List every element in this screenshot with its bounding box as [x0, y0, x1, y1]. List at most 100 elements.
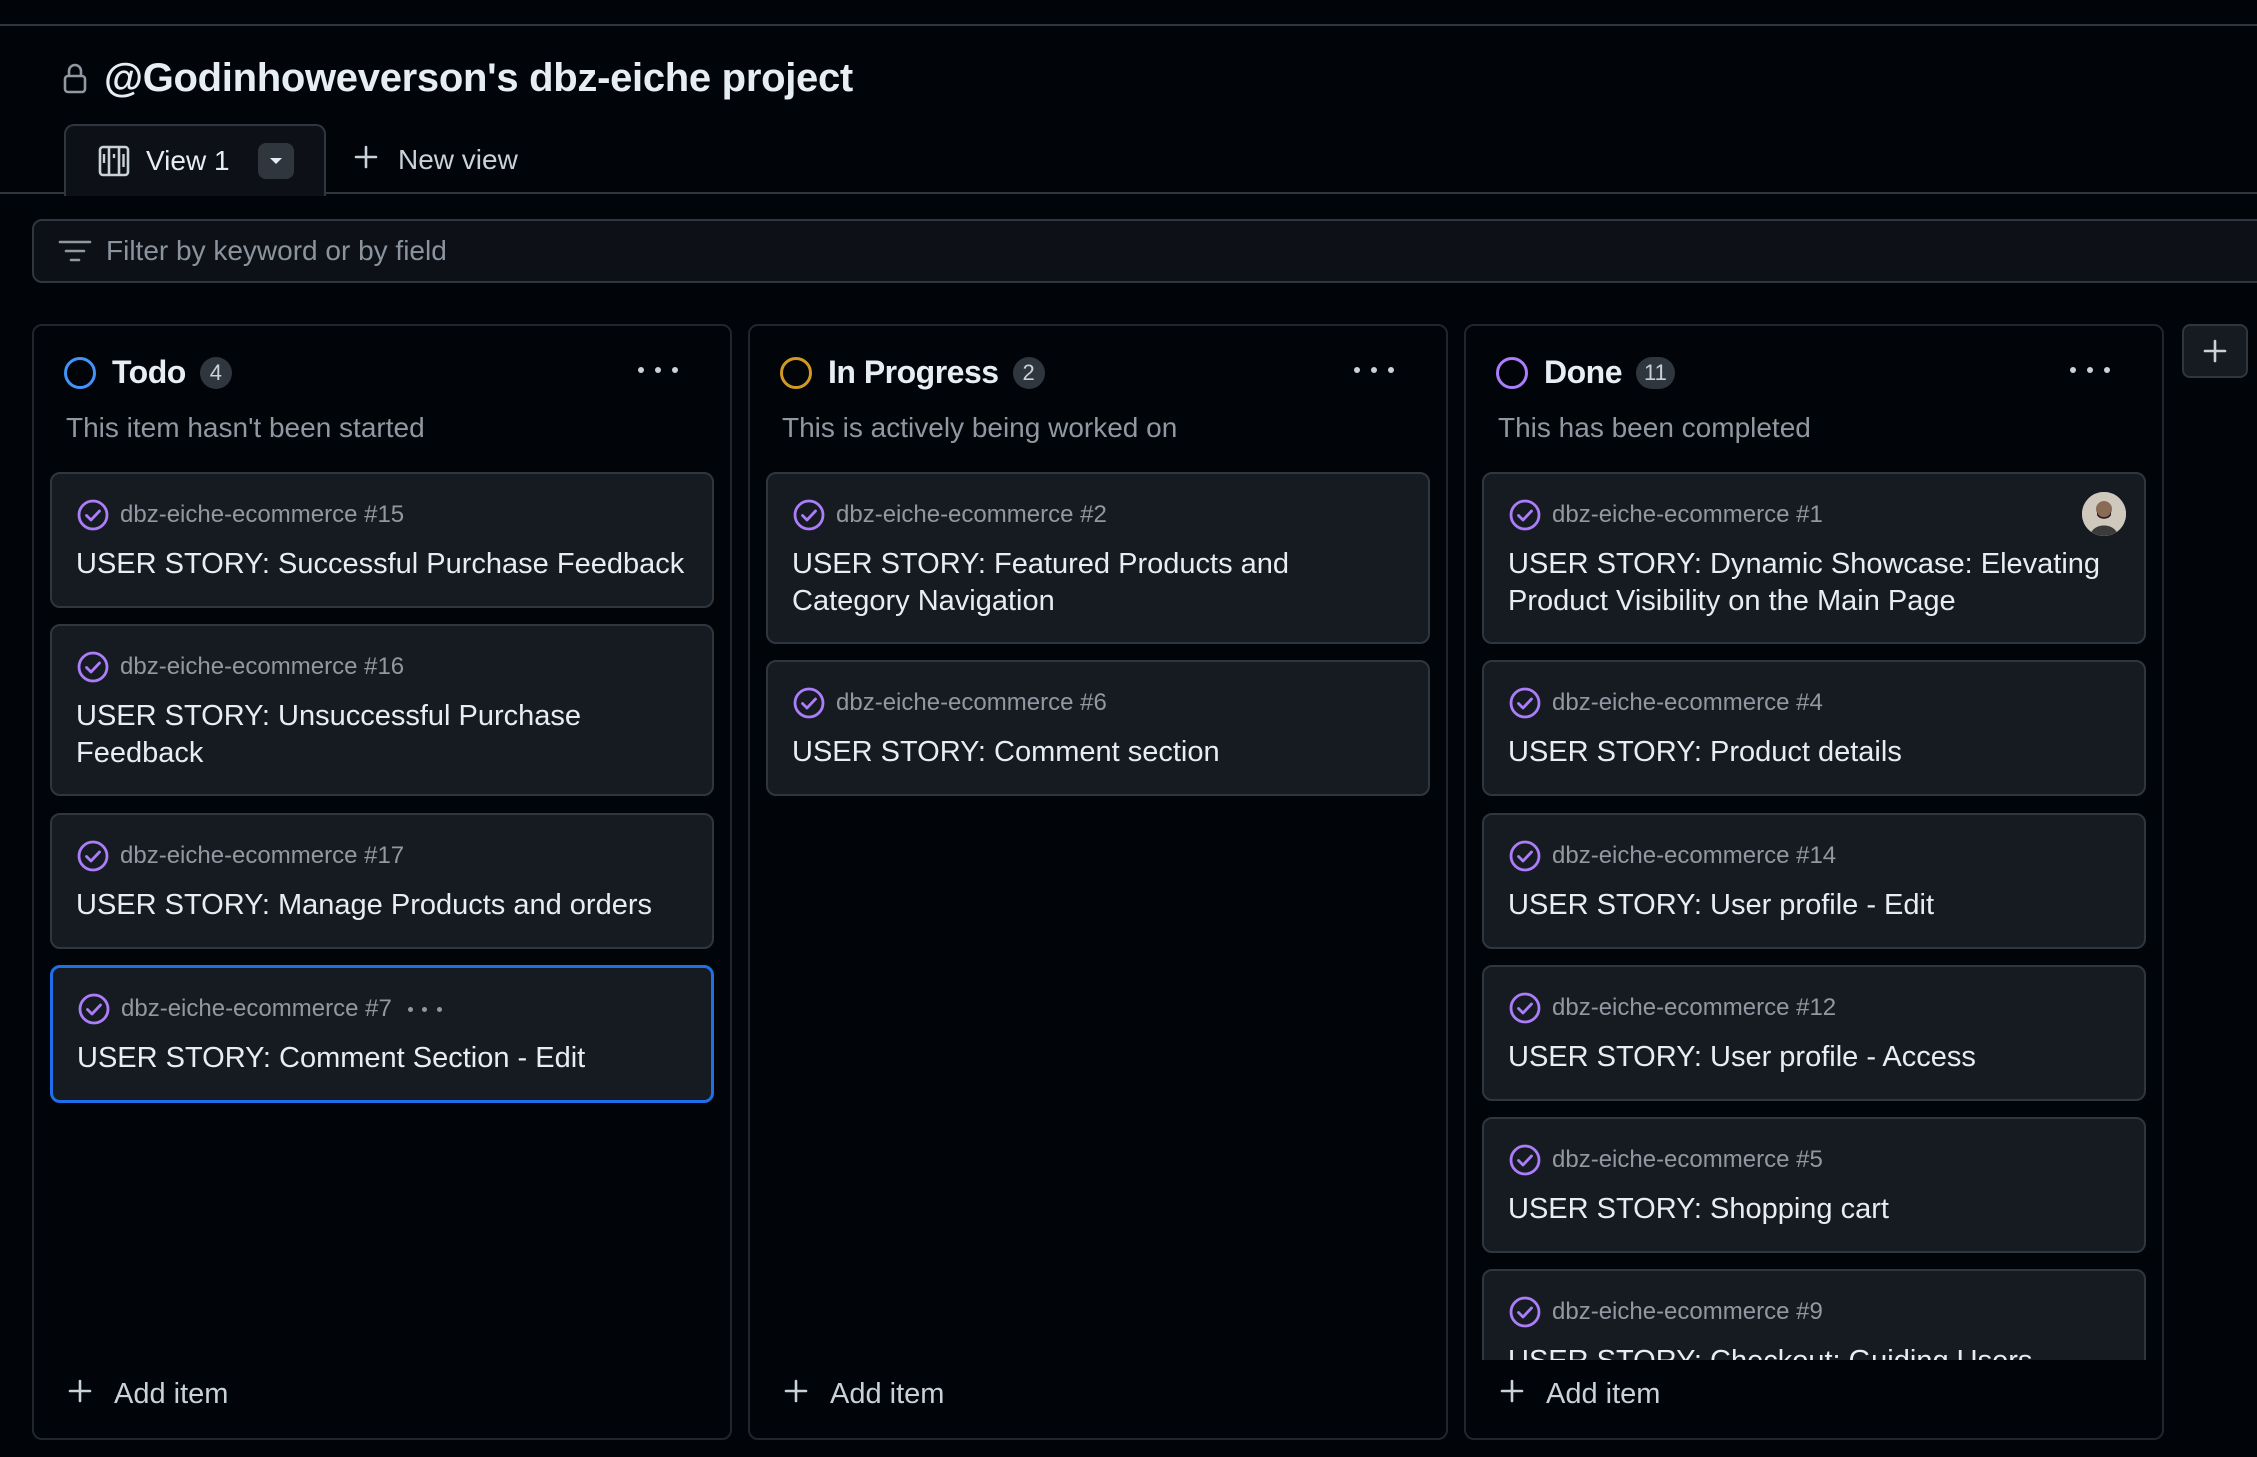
card-title[interactable]: USER STORY: User profile - Access: [1508, 1039, 2120, 1076]
app-top-bar: [0, 0, 2257, 26]
column-menu-icon[interactable]: [638, 360, 678, 380]
card-title[interactable]: USER STORY: Product details: [1508, 734, 2120, 771]
view-tabs: View 1 New view: [0, 122, 2257, 196]
status-circle-icon: [780, 356, 812, 389]
issue-closed-icon: [792, 498, 826, 532]
lock-icon: [62, 58, 94, 98]
card-item[interactable]: dbz-eiche-ecommerce #6 USER STORY: Comme…: [766, 660, 1430, 796]
card-repo: dbz-eiche-ecommerce #14: [1552, 842, 1837, 869]
board-icon: [98, 145, 130, 177]
column-count-badge: 2: [1012, 356, 1045, 389]
card-title[interactable]: USER STORY: Manage Products and orders: [76, 887, 688, 924]
column-menu-icon[interactable]: [1354, 360, 1394, 380]
card-title[interactable]: USER STORY: Comment Section - Edit: [77, 1040, 687, 1077]
project-header: @Godinhoweverson's dbz-eiche project: [62, 54, 853, 102]
new-view-button[interactable]: New view: [354, 138, 518, 182]
column-count-badge: 4: [199, 356, 232, 389]
issue-closed-icon: [1508, 498, 1542, 532]
column-description: This has been completed: [1498, 412, 1811, 443]
status-circle-icon: [64, 356, 96, 389]
add-column-button[interactable]: [2182, 324, 2248, 378]
column-done: Done 11 This has been completed dbz-eich…: [1464, 324, 2164, 1440]
card-list: dbz-eiche-ecommerce #2 USER STORY: Featu…: [766, 472, 1430, 1362]
tab-view-1-label: View 1: [146, 145, 230, 176]
card-repo: dbz-eiche-ecommerce #15: [120, 501, 405, 528]
card-title[interactable]: USER STORY: Featured Products and Catego…: [792, 546, 1404, 620]
card-repo: dbz-eiche-ecommerce #2: [836, 501, 1107, 528]
column-menu-icon[interactable]: [2070, 360, 2110, 380]
new-view-label: New view: [398, 144, 518, 175]
issue-closed-icon: [77, 992, 111, 1026]
card-repo: dbz-eiche-ecommerce #9: [1552, 1298, 1823, 1325]
view-options-button[interactable]: [257, 143, 294, 179]
filter-input[interactable]: Filter by keyword or by field: [32, 219, 2257, 283]
card-item[interactable]: dbz-eiche-ecommerce #5 USER STORY: Shopp…: [1482, 1117, 2146, 1253]
card-repo: dbz-eiche-ecommerce #1: [1552, 501, 1823, 528]
card-item[interactable]: dbz-eiche-ecommerce #1 USER STORY: Dynam…: [1482, 472, 2146, 644]
assignee-avatar[interactable]: [2082, 492, 2126, 536]
filter-placeholder: Filter by keyword or by field: [106, 235, 447, 266]
plus-icon: [2203, 339, 2227, 363]
add-item-label: Add item: [830, 1377, 945, 1410]
add-item-label: Add item: [1546, 1377, 1661, 1410]
column-description: This item hasn't been started: [66, 412, 425, 443]
add-item-button[interactable]: Add item: [68, 1374, 228, 1414]
plus-icon: [68, 1378, 92, 1411]
card-title[interactable]: USER STORY: Shopping cart: [1508, 1191, 2120, 1228]
card-title[interactable]: USER STORY: Dynamic Showcase: Elevating …: [1508, 546, 2120, 620]
card-item[interactable]: dbz-eiche-ecommerce #14 USER STORY: User…: [1482, 813, 2146, 949]
column-name: Todo: [112, 354, 186, 390]
issue-closed-icon: [76, 650, 110, 684]
plus-icon: [784, 1378, 808, 1411]
issue-closed-icon: [76, 498, 110, 532]
card-item[interactable]: dbz-eiche-ecommerce #12 USER STORY: User…: [1482, 965, 2146, 1101]
column-description: This is actively being worked on: [782, 412, 1178, 443]
card-title[interactable]: USER STORY: Checkout: Guiding Users: [1508, 1343, 2120, 1360]
issue-closed-icon: [1508, 991, 1542, 1025]
issue-closed-icon: [76, 839, 110, 873]
column-count-badge: 11: [1636, 356, 1675, 389]
card-item[interactable]: dbz-eiche-ecommerce #16 USER STORY: Unsu…: [50, 624, 714, 796]
issue-closed-icon: [1508, 839, 1542, 873]
page-title: @Godinhoweverson's dbz-eiche project: [104, 55, 853, 100]
column-name: In Progress: [828, 354, 999, 390]
card-item-selected[interactable]: dbz-eiche-ecommerce #7 USER STORY: Comme…: [50, 965, 714, 1103]
column-header: In Progress 2: [780, 354, 1045, 391]
add-item-button[interactable]: Add item: [1500, 1374, 1660, 1414]
card-repo: dbz-eiche-ecommerce #16: [120, 653, 405, 680]
plus-icon: [1500, 1378, 1524, 1411]
status-circle-icon: [1496, 356, 1528, 389]
column-header: Todo 4: [64, 354, 232, 391]
card-repo: dbz-eiche-ecommerce #17: [120, 842, 405, 869]
card-item[interactable]: dbz-eiche-ecommerce #15 USER STORY: Succ…: [50, 472, 714, 608]
card-repo: dbz-eiche-ecommerce #4: [1552, 689, 1823, 716]
issue-closed-icon: [1508, 1295, 1542, 1329]
add-item-button[interactable]: Add item: [784, 1374, 944, 1414]
column-header: Done 11: [1496, 354, 1675, 391]
card-list[interactable]: dbz-eiche-ecommerce #1 USER STORY: Dynam…: [1482, 472, 2146, 1360]
column-todo: Todo 4 This item hasn't been started dbz…: [32, 324, 732, 1440]
card-repo: dbz-eiche-ecommerce #7: [121, 995, 392, 1022]
card-item[interactable]: dbz-eiche-ecommerce #4 USER STORY: Produ…: [1482, 660, 2146, 796]
card-item[interactable]: dbz-eiche-ecommerce #2 USER STORY: Featu…: [766, 472, 1430, 644]
column-in-progress: In Progress 2 This is actively being wor…: [748, 324, 1448, 1440]
filter-icon: [58, 236, 92, 266]
card-list: dbz-eiche-ecommerce #15 USER STORY: Succ…: [50, 472, 714, 1362]
card-repo: dbz-eiche-ecommerce #5: [1552, 1146, 1823, 1173]
card-title[interactable]: USER STORY: Successful Purchase Feedback: [76, 546, 688, 583]
chevron-down-icon: [269, 158, 282, 164]
plus-icon: [354, 144, 378, 176]
card-menu-icon[interactable]: [407, 1006, 442, 1012]
card-title[interactable]: USER STORY: Comment section: [792, 734, 1404, 771]
issue-closed-icon: [1508, 686, 1542, 720]
card-repo: dbz-eiche-ecommerce #12: [1552, 994, 1837, 1021]
column-name: Done: [1544, 354, 1623, 390]
card-title[interactable]: USER STORY: User profile - Edit: [1508, 887, 2120, 924]
card-title[interactable]: USER STORY: Unsuccessful Purchase Feedba…: [76, 698, 688, 772]
add-item-label: Add item: [114, 1377, 229, 1410]
issue-closed-icon: [792, 686, 826, 720]
card-item[interactable]: dbz-eiche-ecommerce #9 USER STORY: Check…: [1482, 1269, 2146, 1360]
card-item[interactable]: dbz-eiche-ecommerce #17 USER STORY: Mana…: [50, 813, 714, 949]
issue-closed-icon: [1508, 1143, 1542, 1177]
tab-view-1[interactable]: View 1: [64, 124, 326, 196]
